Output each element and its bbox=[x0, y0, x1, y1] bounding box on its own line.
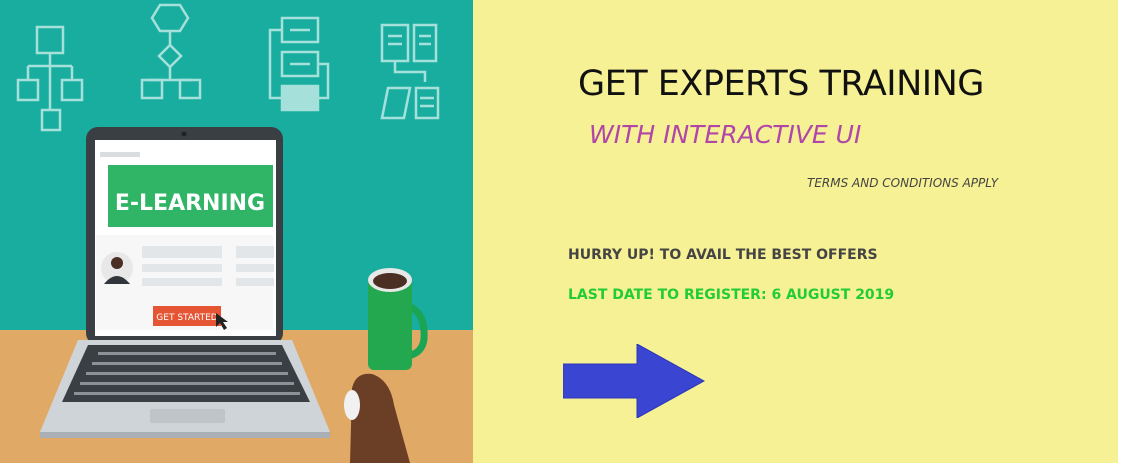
get-started-label: GET STARTED bbox=[156, 313, 217, 323]
promo-title: GET EXPERTS TRAINING bbox=[578, 64, 984, 104]
offer-text: HURRY UP! TO AVAIL THE BEST OFFERS bbox=[568, 247, 878, 263]
right-arrow-icon[interactable] bbox=[563, 344, 705, 418]
registration-deadline: LAST DATE TO REGISTER: 6 AUGUST 2019 bbox=[568, 287, 895, 303]
promo-subtitle: WITH INTERACTIVE UI bbox=[589, 120, 862, 149]
elearning-illustration: E-LEARNING GET STARTED bbox=[0, 0, 473, 463]
terms-note: TERMS AND CONDITIONS APPLY bbox=[807, 176, 999, 190]
promo-banner: E-LEARNING GET STARTED GET EXPERTS TRAIN… bbox=[0, 0, 1118, 463]
promo-content: GET EXPERTS TRAINING WITH INTERACTIVE UI… bbox=[473, 0, 1118, 463]
screen-heading: E-LEARNING bbox=[115, 191, 265, 216]
